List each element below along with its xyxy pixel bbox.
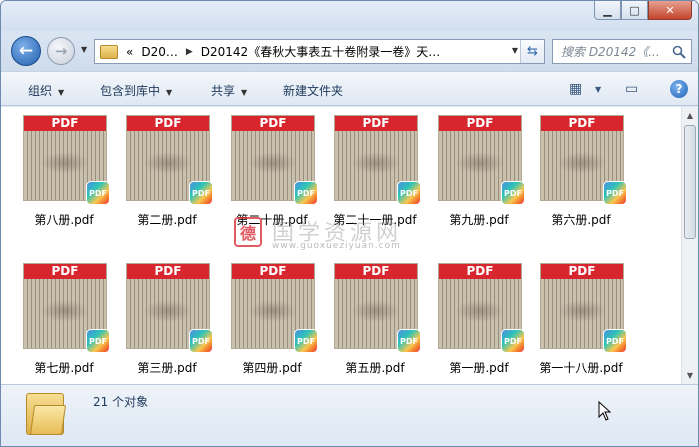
forward-arrow-icon: → xyxy=(54,42,68,60)
pdf-band-label: PDF xyxy=(439,116,521,131)
scrollbar-thumb[interactable] xyxy=(684,125,696,239)
file-item[interactable]: PDF PDF 第七册.pdf xyxy=(14,255,114,375)
file-item[interactable]: PDF PDF 第一十八册.pdf xyxy=(531,255,631,375)
maximize-button[interactable]: □ xyxy=(621,1,648,20)
folder-icon xyxy=(100,44,118,59)
title-bar: ▁ □ ✕ xyxy=(1,1,698,31)
file-item[interactable]: PDF PDF 第六册.pdf xyxy=(531,107,631,227)
file-item[interactable]: PDF PDF 第二十册.pdf xyxy=(222,107,322,227)
breadcrumb-separator-icon[interactable]: ▶ xyxy=(186,47,193,57)
refresh-button[interactable]: ⇆ xyxy=(520,40,544,63)
file-name: 第七册.pdf xyxy=(34,361,94,375)
file-item[interactable]: PDF PDF 第八册.pdf xyxy=(14,107,114,227)
new-folder-button[interactable]: 新建文件夹 xyxy=(283,82,343,99)
pdf-app-icon: PDF xyxy=(294,181,318,205)
pdf-band-label: PDF xyxy=(24,116,106,131)
pdf-app-icon: PDF xyxy=(397,181,421,205)
pdf-band-label: PDF xyxy=(439,264,521,279)
breadcrumb-overflow[interactable]: « xyxy=(126,45,133,59)
file-item[interactable]: PDF PDF 第三册.pdf xyxy=(117,255,217,375)
address-dropdown[interactable]: ▼ xyxy=(512,46,518,55)
pdf-app-icon: PDF xyxy=(501,329,525,353)
breadcrumb-segment-current[interactable]: D20142《春秋大事表五十卷附录一卷》天… xyxy=(201,43,440,60)
file-name: 第六册.pdf xyxy=(551,213,611,227)
scroll-up-icon[interactable]: ▲ xyxy=(682,107,698,124)
watermark-url: www.guoxueziyuan.com xyxy=(272,241,401,251)
pdf-band-label: PDF xyxy=(127,116,209,131)
file-name: 第一十八册.pdf xyxy=(539,361,623,375)
pdf-app-icon: PDF xyxy=(86,181,110,205)
organize-menu[interactable]: 组织 ▼ xyxy=(28,82,64,99)
pdf-band-label: PDF xyxy=(335,264,417,279)
minimize-button[interactable]: ▁ xyxy=(594,1,621,20)
include-in-library-menu[interactable]: 包含到库中 ▼ xyxy=(100,82,172,99)
file-list-pane[interactable]: PDF PDF 第八册.pdf PDF PDF 第二册.pdf PDF PDF 第二十册.pdf… xyxy=(1,107,698,384)
pdf-band-label: PDF xyxy=(127,264,209,279)
file-item[interactable]: PDF PDF 第九册.pdf xyxy=(429,107,529,227)
breadcrumb-segment-root[interactable]: D20… xyxy=(141,45,178,59)
mouse-cursor-icon xyxy=(598,401,612,421)
file-item[interactable]: PDF PDF 第五册.pdf xyxy=(325,255,425,375)
file-name: 第九册.pdf xyxy=(449,213,509,227)
file-name: 第二册.pdf xyxy=(137,213,197,227)
pdf-band-label: PDF xyxy=(541,116,623,131)
pdf-app-icon: PDF xyxy=(86,329,110,353)
folder-large-icon xyxy=(26,393,72,435)
back-arrow-icon: ← xyxy=(18,41,34,61)
search-placeholder: 搜索 D20142《... xyxy=(561,45,660,59)
file-name: 第四册.pdf xyxy=(242,361,302,375)
share-menu[interactable]: 共享 ▼ xyxy=(211,82,247,99)
change-view-icon[interactable]: ▦ xyxy=(569,81,582,97)
file-name: 第三册.pdf xyxy=(137,361,197,375)
scroll-down-icon[interactable]: ▼ xyxy=(682,367,698,384)
file-item[interactable]: PDF PDF 第一册.pdf xyxy=(429,255,529,375)
help-icon[interactable]: ? xyxy=(670,80,688,98)
item-count: 21 个对象 xyxy=(93,395,149,409)
file-item[interactable]: PDF PDF 第二册.pdf xyxy=(117,107,217,227)
search-input[interactable]: 搜索 D20142《... xyxy=(552,39,692,64)
pdf-app-icon: PDF xyxy=(603,181,627,205)
pdf-app-icon: PDF xyxy=(189,181,213,205)
share-label: 共享 xyxy=(211,84,236,98)
close-button[interactable]: ✕ xyxy=(648,1,692,20)
include-in-library-label: 包含到库中 xyxy=(100,84,161,98)
address-bar[interactable]: « D20… ▶ D20142《春秋大事表五十卷附录一卷》天… ▼ ⇆ xyxy=(94,39,545,64)
pdf-band-label: PDF xyxy=(24,264,106,279)
file-name: 第八册.pdf xyxy=(34,213,94,227)
forward-button[interactable]: → xyxy=(47,37,75,65)
preview-pane-icon[interactable]: ▭ xyxy=(625,81,638,97)
back-button[interactable]: ← xyxy=(11,36,41,66)
pdf-app-icon: PDF xyxy=(294,329,318,353)
pdf-app-icon: PDF xyxy=(501,181,525,205)
file-name: 第一册.pdf xyxy=(449,361,509,375)
command-toolbar: 组织 ▼ 包含到库中 ▼ 共享 ▼ 新建文件夹 ▦ ▼ ▭ ? xyxy=(1,71,698,106)
vertical-scrollbar[interactable]: ▲ ▼ xyxy=(681,107,698,384)
refresh-icon: ⇆ xyxy=(527,44,538,59)
pdf-app-icon: PDF xyxy=(189,329,213,353)
window-controls: ▁ □ ✕ xyxy=(594,1,692,20)
chevron-down-icon: ▼ xyxy=(166,88,173,97)
pdf-band-label: PDF xyxy=(232,116,314,131)
pdf-app-icon: PDF xyxy=(603,329,627,353)
pdf-band-label: PDF xyxy=(232,264,314,279)
details-pane: 21 个对象 xyxy=(1,384,698,446)
navigation-bar: ← → ▼ « D20… ▶ D20142《春秋大事表五十卷附录一卷》天… ▼ … xyxy=(1,31,698,71)
file-name: 第二十一册.pdf xyxy=(333,213,417,227)
search-icon[interactable] xyxy=(672,45,686,59)
organize-label: 组织 xyxy=(28,84,53,98)
file-item[interactable]: PDF PDF 第四册.pdf xyxy=(222,255,322,375)
chevron-down-icon: ▼ xyxy=(241,88,248,97)
pdf-band-label: PDF xyxy=(335,116,417,131)
file-item[interactable]: PDF PDF 第二十一册.pdf xyxy=(325,107,425,227)
recent-pages-dropdown[interactable]: ▼ xyxy=(81,45,87,54)
view-options-dropdown[interactable]: ▼ xyxy=(595,85,601,94)
file-name: 第二十册.pdf xyxy=(236,213,308,227)
explorer-window: ▁ □ ✕ ← → ▼ « D20… ▶ D20142《春秋大事表五十卷附录一卷… xyxy=(0,0,699,447)
chevron-down-icon: ▼ xyxy=(58,88,65,97)
pdf-app-icon: PDF xyxy=(397,329,421,353)
pdf-band-label: PDF xyxy=(541,264,623,279)
file-name: 第五册.pdf xyxy=(345,361,405,375)
